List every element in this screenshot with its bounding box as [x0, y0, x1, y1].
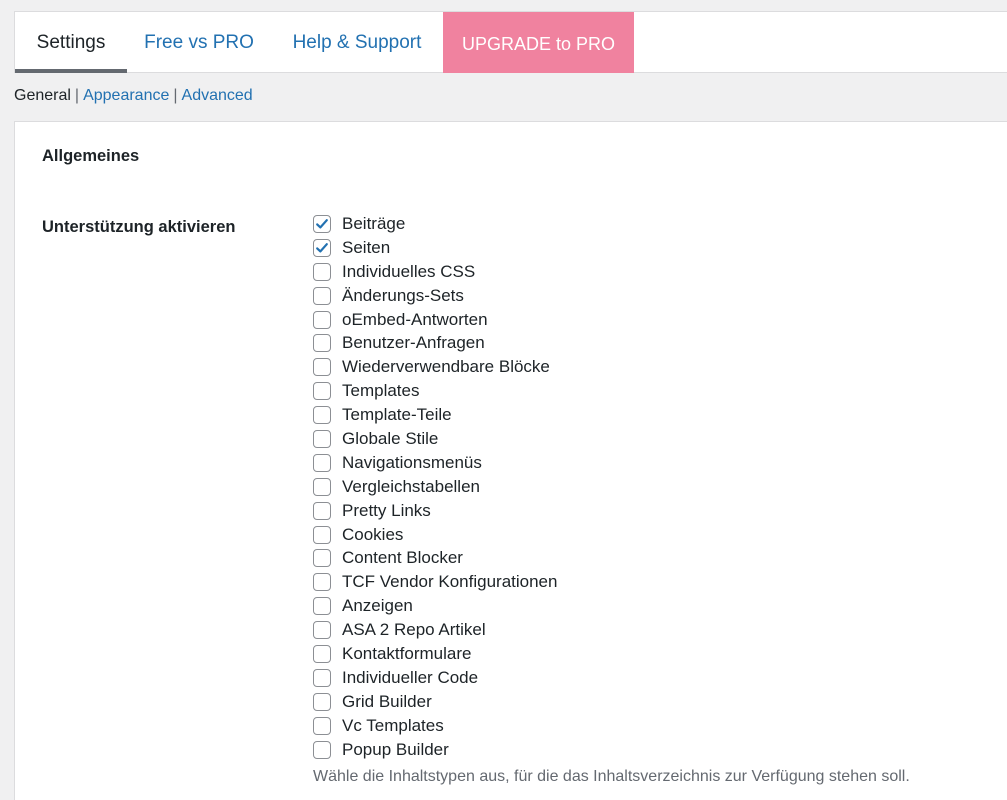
checkbox-option[interactable]: oEmbed-Antworten: [313, 308, 557, 332]
tab-bar: Settings Free vs PRO Help & Support UPGR…: [14, 11, 1007, 73]
checkbox-option[interactable]: Änderungs-Sets: [313, 284, 557, 308]
subnav-link-appearance[interactable]: Appearance: [83, 87, 169, 104]
checkbox-option[interactable]: Anzeigen: [313, 594, 557, 618]
checkbox[interactable]: [313, 358, 331, 377]
checkbox-option[interactable]: Vc Templates: [313, 714, 557, 738]
checkbox[interactable]: [313, 382, 331, 401]
checkbox-option[interactable]: TCF Vendor Konfigurationen: [313, 570, 557, 594]
checkbox[interactable]: [313, 525, 331, 544]
checkbox-option[interactable]: Globale Stile: [313, 427, 557, 451]
checkbox-label: Vergleichstabellen: [342, 476, 480, 496]
checkbox[interactable]: [313, 429, 331, 448]
checkbox-option[interactable]: Individueller Code: [313, 666, 557, 690]
checkbox[interactable]: [313, 644, 331, 663]
checkbox-option[interactable]: Benutzer-Anfragen: [313, 331, 557, 355]
checkbox[interactable]: [313, 262, 331, 281]
checkbox[interactable]: [313, 406, 331, 425]
checkbox-option[interactable]: Navigationsmenüs: [313, 451, 557, 475]
checkbox[interactable]: [313, 692, 331, 711]
checkbox-label: Navigationsmenüs: [342, 452, 482, 472]
checkbox-label: Wiederverwendbare Blöcke: [342, 357, 550, 377]
checkbox-label: Vc Templates: [342, 715, 444, 735]
checkbox[interactable]: [313, 668, 331, 687]
subnav-separator: |: [173, 87, 178, 104]
checkbox-option[interactable]: ASA 2 Repo Artikel: [313, 618, 557, 642]
field-label-enable-support: Unterstützung aktivieren: [42, 218, 236, 236]
checkmark-icon: [316, 219, 328, 229]
settings-subnav: General | Appearance | Advanced: [14, 87, 253, 105]
subnav-separator: |: [74, 87, 80, 104]
checkbox[interactable]: [313, 286, 331, 305]
checkbox[interactable]: [313, 716, 331, 735]
checkbox[interactable]: [313, 501, 331, 520]
upgrade-to-pro-button[interactable]: UPGRADE to PRO: [443, 12, 634, 73]
checkbox[interactable]: [313, 549, 331, 568]
checkbox-label: TCF Vendor Konfigurationen: [342, 572, 558, 592]
checkbox-label: Anzeigen: [342, 596, 413, 616]
checkbox-option[interactable]: Grid Builder: [313, 690, 557, 714]
checkbox-option[interactable]: Popup Builder: [313, 738, 557, 762]
checkbox[interactable]: [313, 214, 331, 233]
field-description: Wähle die Inhaltstypen aus, für die das …: [313, 768, 910, 785]
checkbox[interactable]: [313, 477, 331, 496]
checkbox-label: Templates: [342, 381, 420, 401]
tab-help-support[interactable]: Help & Support: [271, 12, 443, 73]
checkbox-label: Cookies: [342, 524, 404, 544]
checkbox-label: Individueller Code: [342, 667, 479, 687]
checkbox-option[interactable]: Templates: [313, 379, 557, 403]
checkbox-label: Beiträge: [342, 213, 406, 233]
checkbox[interactable]: [313, 573, 331, 592]
checkbox-label: oEmbed-Antworten: [342, 309, 488, 329]
settings-panel: Allgemeines Unterstützung aktivieren Bei…: [14, 121, 1007, 800]
checkbox-option[interactable]: Cookies: [313, 523, 557, 547]
checkbox[interactable]: [313, 597, 331, 616]
checkbox[interactable]: [313, 740, 331, 759]
checkbox[interactable]: [313, 453, 331, 472]
checkbox-label: Grid Builder: [342, 691, 432, 711]
section-title: Allgemeines: [42, 147, 140, 165]
checkbox-label: Content Blocker: [342, 548, 463, 568]
checkbox-option[interactable]: Individuelles CSS: [313, 260, 557, 284]
checkbox[interactable]: [313, 334, 331, 353]
checkbox-option[interactable]: Content Blocker: [313, 546, 557, 570]
checkbox-label: Template-Teile: [342, 405, 452, 425]
checkbox-label: Individuelles CSS: [342, 261, 476, 281]
tab-settings[interactable]: Settings: [15, 12, 127, 73]
tab-free-vs-pro[interactable]: Free vs PRO: [127, 12, 271, 73]
checkbox-option[interactable]: Seiten: [313, 236, 557, 260]
checkbox-option[interactable]: Wiederverwendbare Blöcke: [313, 355, 557, 379]
checkbox-option[interactable]: Beiträge: [313, 212, 557, 236]
checkbox-option[interactable]: Pretty Links: [313, 499, 557, 523]
checkmark-icon: [316, 242, 328, 253]
subnav-current-general: General: [14, 87, 71, 104]
post-type-checkbox-list: Beiträge Seiten Individuelles CSS Änderu…: [313, 212, 557, 761]
subnav-link-advanced[interactable]: Advanced: [182, 87, 253, 104]
checkbox[interactable]: [313, 621, 331, 640]
checkbox-option[interactable]: Template-Teile: [313, 403, 557, 427]
checkbox-label: Seiten: [342, 237, 391, 257]
checkbox-label: Änderungs-Sets: [342, 285, 464, 305]
checkbox-label: Popup Builder: [342, 739, 449, 759]
checkbox-label: Pretty Links: [342, 500, 431, 520]
checkbox-label: ASA 2 Repo Artikel: [342, 620, 486, 640]
checkbox-label: Globale Stile: [342, 428, 439, 448]
checkbox-label: Kontaktformulare: [342, 643, 472, 663]
checkbox-option[interactable]: Vergleichstabellen: [313, 475, 557, 499]
checkbox[interactable]: [313, 238, 331, 257]
checkbox-option[interactable]: Kontaktformulare: [313, 642, 557, 666]
checkbox[interactable]: [313, 310, 331, 329]
checkbox-label: Benutzer-Anfragen: [342, 333, 485, 353]
